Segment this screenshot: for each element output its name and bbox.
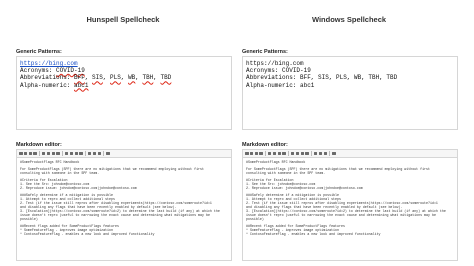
markdown-toolbar bbox=[16, 149, 232, 157]
generic-patterns-label: Generic Patterns: bbox=[242, 49, 288, 55]
code-icon[interactable] bbox=[41, 151, 46, 156]
bulleted-list-icon[interactable] bbox=[277, 151, 282, 156]
heading-icon[interactable] bbox=[259, 151, 263, 156]
link-icon[interactable] bbox=[290, 151, 295, 156]
italic-icon[interactable] bbox=[249, 151, 254, 156]
numbered-list-icon[interactable] bbox=[282, 151, 286, 156]
markdown-editor-label: Markdown editor: bbox=[16, 142, 62, 148]
markdown-textarea[interactable]: #SomeProductFlags RFC Handbook For SomeP… bbox=[242, 157, 458, 261]
panel-title: Hunspell Spellcheck bbox=[86, 15, 160, 24]
alphanumeric-prefix: Alpha-numeric: bbox=[20, 81, 75, 89]
markdown-toolbar bbox=[242, 149, 458, 157]
toolbar-divider bbox=[329, 151, 330, 156]
abbr-item: SIS bbox=[92, 74, 103, 82]
md-line: issue doesn't repro (useful to narrowing… bbox=[246, 213, 436, 217]
toolbar-divider bbox=[62, 151, 63, 156]
abbreviations-prefix: Abbreviations: bbox=[20, 74, 75, 82]
italic-icon[interactable] bbox=[23, 151, 28, 156]
abbr-item: PLS bbox=[110, 74, 121, 82]
md-line: * ContosoFeatureFlag - enables a new loo… bbox=[20, 232, 155, 236]
md-line: * ContosoFeatureFlag - enables a new loo… bbox=[246, 232, 381, 236]
toolbar-divider bbox=[265, 151, 266, 156]
strikethrough-icon[interactable] bbox=[28, 151, 33, 156]
acronyms-prefix: Acronyms: bbox=[20, 67, 57, 75]
help-icon[interactable] bbox=[332, 151, 336, 156]
code-icon[interactable] bbox=[267, 151, 272, 156]
bold-icon[interactable] bbox=[19, 151, 23, 156]
markdown-editor-label: Markdown editor: bbox=[242, 142, 288, 148]
preview-icon[interactable] bbox=[313, 151, 318, 156]
bold-icon[interactable] bbox=[245, 151, 249, 156]
alphanumeric-line: Alpha-numeric: abc1 bbox=[246, 81, 315, 89]
help-icon[interactable] bbox=[106, 151, 110, 156]
url-text[interactable]: https://bing.com bbox=[246, 60, 304, 67]
horizontal-rule-icon[interactable] bbox=[305, 151, 309, 156]
toolbar-divider bbox=[288, 151, 289, 156]
acronym-value: COVID-19 bbox=[282, 67, 311, 75]
alphanumeric-value: abc1 bbox=[74, 81, 89, 89]
generic-patterns-label: Generic Patterns: bbox=[16, 49, 62, 55]
generic-patterns-textarea[interactable]: https://bing.com Acronyms: COVID-19 Abbr… bbox=[16, 56, 232, 130]
windows-spellcheck-panel: Windows Spellcheck Generic Patterns: htt… bbox=[240, 0, 458, 266]
abbr-item: TBD bbox=[160, 74, 172, 82]
image-icon[interactable] bbox=[295, 151, 300, 156]
url-text[interactable]: https://bing.com bbox=[20, 60, 78, 67]
toolbar-divider bbox=[103, 151, 104, 156]
table-icon[interactable] bbox=[300, 151, 305, 156]
preview-icon[interactable] bbox=[87, 151, 92, 156]
quote-icon[interactable] bbox=[272, 151, 277, 156]
abbreviations-line: Abbreviations: BFF, SIS, PLS, WB, TBH, T… bbox=[246, 74, 398, 82]
panel-title: Windows Spellcheck bbox=[311, 15, 387, 24]
toolbar-divider bbox=[311, 151, 312, 156]
acronym-value: COVID-19 bbox=[56, 67, 85, 75]
abbr-item: BFF bbox=[74, 74, 85, 82]
side-by-side-icon[interactable] bbox=[318, 151, 323, 156]
side-by-side-icon[interactable] bbox=[92, 151, 97, 156]
hunspell-panel: Hunspell Spellcheck Generic Patterns: ht… bbox=[14, 0, 232, 266]
toolbar-divider bbox=[85, 151, 86, 156]
abbr-item: TBH bbox=[142, 74, 154, 82]
heading-icon[interactable] bbox=[33, 151, 37, 156]
toolbar-divider bbox=[39, 151, 40, 156]
strikethrough-icon[interactable] bbox=[254, 151, 259, 156]
table-icon[interactable] bbox=[74, 151, 79, 156]
horizontal-rule-icon[interactable] bbox=[79, 151, 83, 156]
fullscreen-icon[interactable] bbox=[323, 151, 328, 156]
md-line: issue doesn't repro (useful to narrowing… bbox=[20, 213, 210, 217]
markdown-textarea[interactable]: #SomeProductFlags RFC Handbook For SomeP… bbox=[16, 157, 232, 261]
generic-patterns-textarea[interactable]: https://bing.com Acronyms: COVID-19 Abbr… bbox=[242, 56, 458, 130]
acronyms-prefix: Acronyms: bbox=[246, 67, 283, 75]
link-icon[interactable] bbox=[64, 151, 69, 156]
fullscreen-icon[interactable] bbox=[97, 151, 102, 156]
bulleted-list-icon[interactable] bbox=[51, 151, 56, 156]
image-icon[interactable] bbox=[69, 151, 74, 156]
quote-icon[interactable] bbox=[46, 151, 51, 156]
numbered-list-icon[interactable] bbox=[56, 151, 60, 156]
